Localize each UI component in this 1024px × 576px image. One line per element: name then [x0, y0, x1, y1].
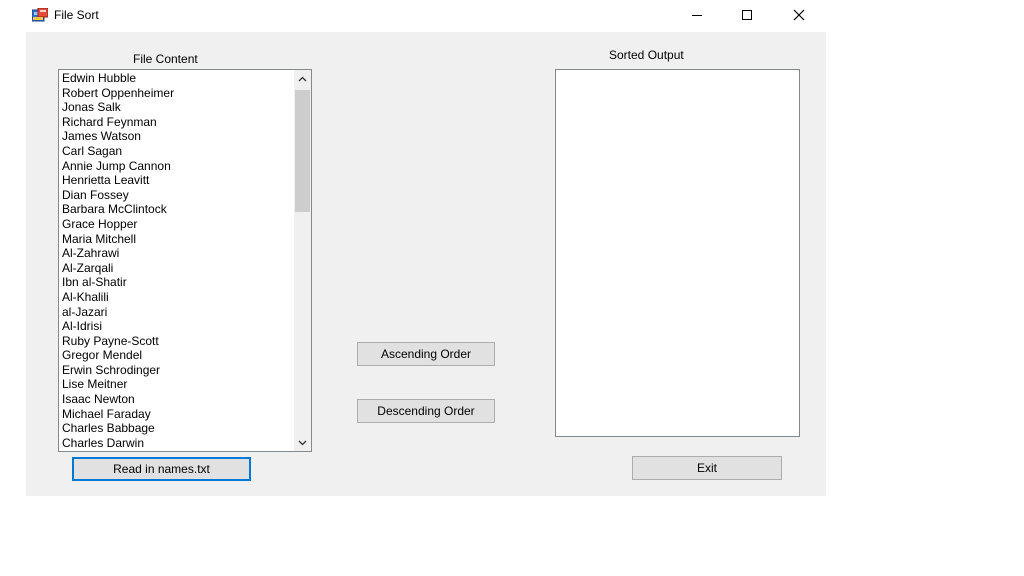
window-title: File Sort	[54, 8, 99, 22]
list-item[interactable]: Isaac Newton	[62, 392, 291, 407]
list-item[interactable]: Michael Faraday	[62, 407, 291, 422]
sorted-output-listbox[interactable]	[555, 69, 800, 437]
list-item[interactable]: al-Jazari	[62, 305, 291, 320]
read-names-button[interactable]: Read in names.txt	[72, 457, 251, 481]
vertical-scrollbar[interactable]	[294, 70, 311, 451]
list-item[interactable]: Carl Sagan	[62, 144, 291, 159]
close-button[interactable]	[776, 0, 822, 30]
ascending-order-button[interactable]: Ascending Order	[357, 342, 495, 366]
list-item[interactable]: Gregor Mendel	[62, 348, 291, 363]
app-icon	[31, 7, 49, 22]
file-sort-window: File Sort File Content Sorted Output Edw…	[26, 0, 826, 496]
list-item[interactable]: Al-Khalili	[62, 290, 291, 305]
maximize-icon	[742, 10, 752, 20]
sorted-output-label: Sorted Output	[609, 48, 684, 62]
maximize-button[interactable]	[724, 0, 770, 30]
list-item[interactable]: James Watson	[62, 129, 291, 144]
chevron-down-icon	[298, 440, 307, 445]
close-icon	[793, 9, 805, 21]
file-content-list: Edwin Hubble Robert Oppenheimer Jonas Salk…	[62, 71, 291, 450]
chevron-up-icon	[298, 76, 307, 81]
list-item[interactable]: Charles Babbage	[62, 421, 291, 436]
list-item[interactable]: Maria Mitchell	[62, 232, 291, 247]
scroll-down-button[interactable]	[294, 434, 311, 451]
list-item[interactable]: Edwin Hubble	[62, 71, 291, 86]
form-client-area: File Content Sorted Output Edwin Hubble R…	[26, 32, 826, 496]
exit-button[interactable]: Exit	[632, 456, 782, 480]
list-item[interactable]: Erwin Schrodinger	[62, 363, 291, 378]
list-item[interactable]: Ruby Payne-Scott	[62, 334, 291, 349]
list-item[interactable]: Robert Oppenheimer	[62, 86, 291, 101]
scroll-up-button[interactable]	[294, 70, 311, 87]
descending-order-button[interactable]: Descending Order	[357, 399, 495, 423]
list-item[interactable]: Al-Zahrawi	[62, 246, 291, 261]
list-item[interactable]: Ibn al-Shatir	[62, 275, 291, 290]
minimize-icon	[692, 15, 702, 16]
file-content-listbox[interactable]: Edwin Hubble Robert Oppenheimer Jonas Salk…	[58, 69, 312, 452]
file-content-label: File Content	[133, 52, 198, 66]
list-item[interactable]: Grace Hopper	[62, 217, 291, 232]
list-item[interactable]: Charles Darwin	[62, 436, 291, 451]
list-item[interactable]: Jonas Salk	[62, 100, 291, 115]
list-item[interactable]: Al-Idrisi	[62, 319, 291, 334]
list-item[interactable]: Lise Meitner	[62, 377, 291, 392]
title-bar[interactable]: File Sort	[26, 0, 826, 32]
list-item[interactable]: Henrietta Leavitt	[62, 173, 291, 188]
minimize-button[interactable]	[674, 0, 720, 30]
scroll-thumb[interactable]	[295, 90, 310, 212]
list-item[interactable]: Richard Feynman	[62, 115, 291, 130]
list-item[interactable]: Barbara McClintock	[62, 202, 291, 217]
list-item[interactable]: Al-Zarqali	[62, 261, 291, 276]
list-item[interactable]: Annie Jump Cannon	[62, 159, 291, 174]
list-item[interactable]: Dian Fossey	[62, 188, 291, 203]
